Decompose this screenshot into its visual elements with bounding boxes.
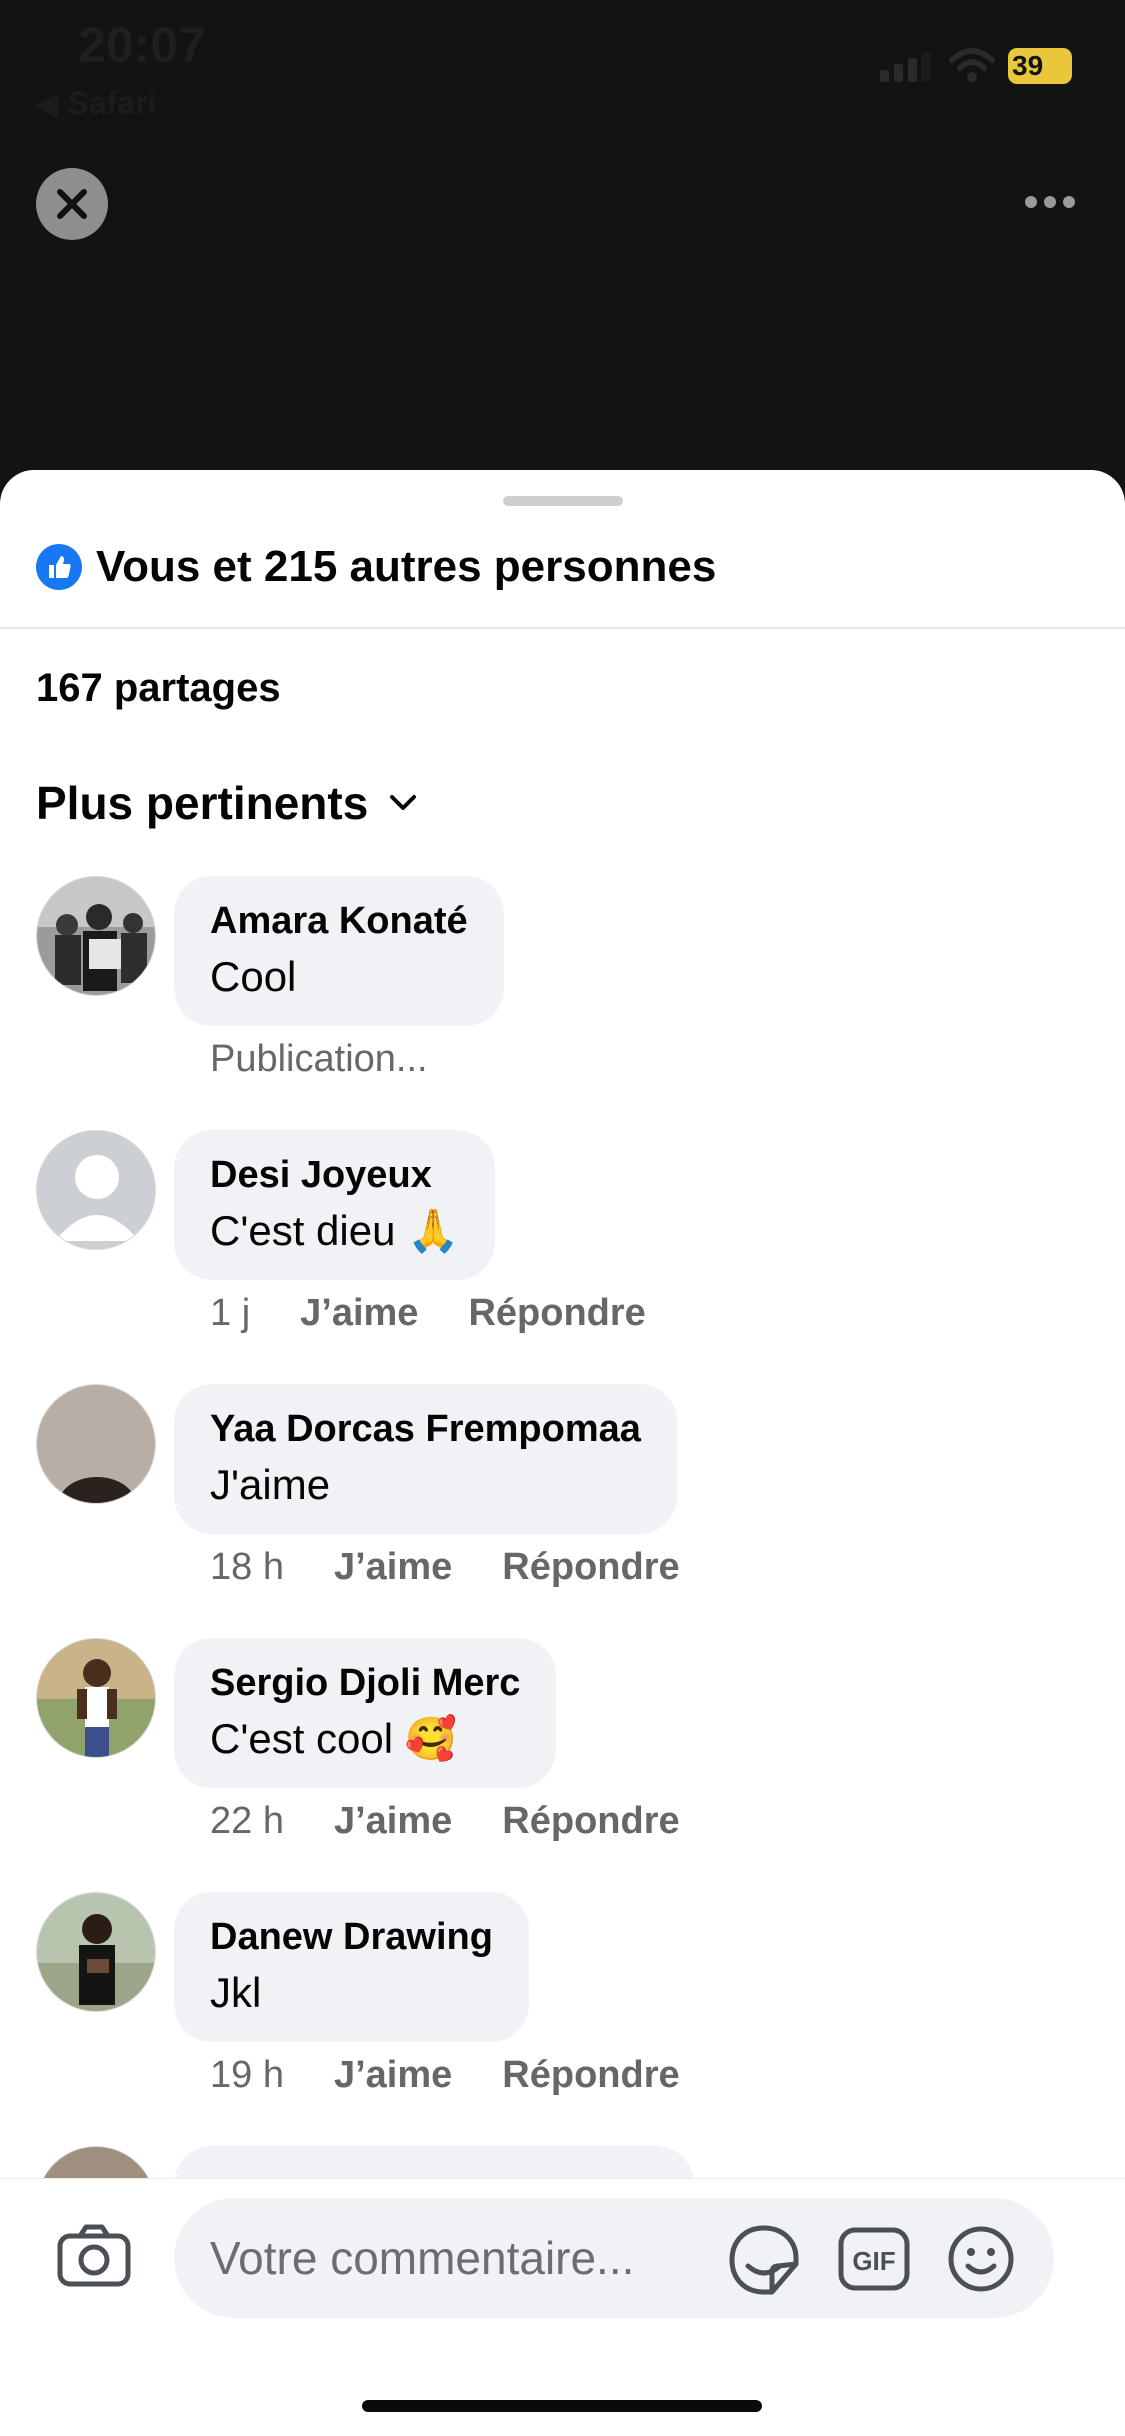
comment-text: J'aime (210, 1461, 331, 1508)
wifi-icon (948, 46, 996, 89)
back-to-safari-link[interactable]: ◀ Safari (34, 84, 156, 122)
close-button[interactable] (36, 168, 108, 240)
comment-bubble[interactable]: Yaa Dorcas Frempomaa J'aime (174, 1384, 677, 1534)
comment-input-placeholder: Votre commentaire... (210, 2232, 635, 2284)
reactions-summary[interactable]: Vous et 215 autres personnes (36, 542, 716, 592)
like-link[interactable]: J’aime (334, 2054, 452, 2097)
like-link[interactable]: J’aime (300, 1292, 418, 1335)
divider (0, 627, 1125, 629)
sticker-button[interactable] (726, 2222, 802, 2303)
reply-link[interactable]: Répondre (502, 2054, 679, 2097)
thumbs-up-icon (36, 544, 82, 590)
sort-label: Plus pertinents (36, 777, 369, 829)
comment-author[interactable]: Amara Konaté (210, 898, 468, 944)
more-options-button[interactable] (1025, 196, 1075, 208)
comment-text: Jkl (210, 1969, 262, 2016)
reply-link[interactable]: Répondre (468, 1292, 645, 1335)
avatar[interactable] (36, 1384, 156, 1504)
comment-meta: 22 h J’aime Répondre (210, 1800, 680, 1843)
reactions-text: Vous et 215 autres personnes (96, 542, 717, 591)
comment-bubble[interactable]: Sergio Djoli Merc C'est cool 🥰 (174, 1638, 557, 1788)
avatar[interactable] (36, 1638, 156, 1758)
comment-input[interactable]: Votre commentaire... GIF (174, 2198, 1054, 2318)
battery-indicator: 39 (1008, 48, 1072, 84)
comment-time: 22 h (210, 1800, 284, 1842)
avatar[interactable] (36, 876, 156, 996)
emoji-icon (948, 2226, 1014, 2292)
reply-link[interactable]: Répondre (502, 1800, 679, 1843)
like-link[interactable]: J’aime (334, 1800, 452, 1843)
camera-icon (57, 2224, 131, 2287)
comment-meta: 19 h J’aime Répondre (210, 2054, 680, 2097)
sort-dropdown[interactable]: Plus pertinents (36, 776, 418, 830)
chevron-down-icon (390, 795, 417, 810)
more-horizontal-icon (1025, 196, 1037, 208)
comment-author[interactable]: Yaa Dorcas Frempomaa (210, 1406, 641, 1452)
comment-meta: Publication... (210, 1038, 428, 1081)
avatar[interactable] (36, 1130, 156, 1250)
gif-icon: GIF (838, 2227, 910, 2291)
comment-author[interactable]: Desi Joyeux (210, 1152, 459, 1198)
shares-count[interactable]: 167 partages (36, 666, 281, 711)
publishing-status: Publication... (210, 1038, 428, 1080)
gif-button[interactable]: GIF (838, 2224, 910, 2299)
sticker-icon (729, 2225, 799, 2295)
sheet-grabber[interactable] (503, 496, 623, 506)
comment-time: 19 h (210, 2054, 284, 2096)
comment-time: 18 h (210, 1546, 284, 1588)
comment-bubble[interactable]: Danew Drawing Jkl (174, 1892, 529, 2042)
comment-author[interactable]: Sergio Djoli Merc (210, 1660, 520, 1706)
camera-button[interactable] (56, 2222, 132, 2293)
like-link[interactable]: J’aime (334, 1546, 452, 1589)
comment-author[interactable]: Danew Drawing (210, 1914, 493, 1960)
comment-text: Cool (210, 953, 297, 1000)
comment-bubble[interactable]: Desi Joyeux C'est dieu 🙏 (174, 1130, 496, 1280)
comment-time: 1 j (210, 1292, 251, 1334)
status-time: 20:07 (78, 17, 206, 73)
comments-sheet: Vous et 215 autres personnes 167 partage… (0, 470, 1125, 2436)
cellular-signal-icon (880, 52, 931, 82)
comment-meta: 18 h J’aime Répondre (210, 1546, 680, 1589)
gif-label: GIF (852, 2246, 895, 2276)
comment-text: C'est dieu 🙏 (210, 1207, 460, 1254)
comment-bubble[interactable]: Amara Konaté Cool (174, 876, 504, 1026)
comment-text: C'est cool 🥰 (210, 1715, 458, 1762)
comment-meta: 1 j J’aime Répondre (210, 1292, 646, 1335)
reply-link[interactable]: Répondre (502, 1546, 679, 1589)
home-indicator[interactable] (362, 2400, 762, 2412)
close-icon (57, 189, 87, 219)
avatar[interactable] (36, 1892, 156, 2012)
emoji-button[interactable] (946, 2224, 1016, 2299)
